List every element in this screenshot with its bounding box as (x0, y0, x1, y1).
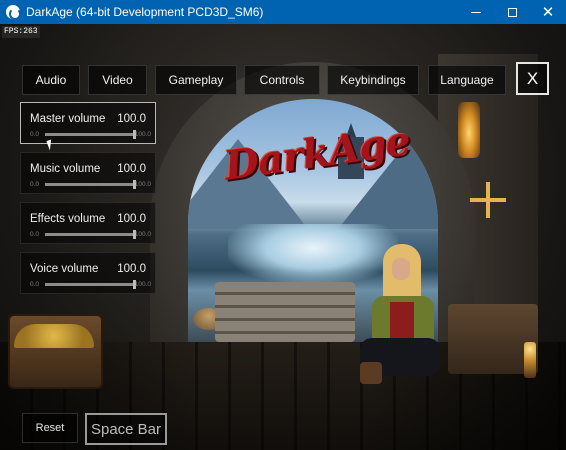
voice-volume-label: Voice volume (30, 263, 99, 275)
slider-fill (45, 283, 133, 286)
master-volume-label: Master volume (30, 113, 106, 125)
slider-max-label: 100.0 (134, 131, 151, 138)
heroine-vest (390, 302, 414, 342)
slider-min-label: 0.0 (30, 181, 40, 188)
slider-fill (45, 183, 133, 186)
reset-button[interactable]: Reset (22, 413, 78, 443)
waterfall (228, 224, 398, 284)
tab-gameplay[interactable]: Gameplay (155, 65, 237, 95)
window-close-button[interactable]: ✕ (530, 0, 566, 24)
compass-star-ornament (470, 182, 506, 218)
maximize-button[interactable] (494, 0, 530, 24)
heroine-boot (360, 362, 382, 384)
slider-max-label: 100.0 (134, 231, 151, 238)
wall-lantern (458, 102, 480, 158)
close-menu-button[interactable]: X (516, 62, 549, 95)
slider-max-label: 100.0 (134, 181, 151, 188)
tab-keybindings[interactable]: Keybindings (327, 65, 419, 95)
tab-controls[interactable]: Controls (244, 65, 320, 95)
slider-min-label: 0.0 (30, 281, 40, 288)
unreal-app-icon (6, 5, 21, 20)
music-volume-slider[interactable] (45, 183, 133, 186)
tab-audio[interactable]: Audio (22, 65, 80, 95)
effects-volume-row[interactable]: Effects volume 100.0 0.0 100.0 (20, 202, 156, 244)
voice-volume-row[interactable]: Voice volume 100.0 0.0 100.0 (20, 252, 156, 294)
slider-fill (45, 233, 133, 236)
gold-coins (14, 324, 94, 348)
close-icon: ✕ (541, 3, 555, 21)
slider-fill (45, 133, 133, 136)
stone-stairs (215, 282, 355, 342)
slider-min-label: 0.0 (30, 131, 40, 138)
minimize-icon (471, 11, 481, 13)
master-volume-row[interactable]: Master volume 100.0 0.0 100.0 (20, 102, 156, 144)
minimize-button[interactable] (458, 0, 494, 24)
music-volume-row[interactable]: Music volume 100.0 0.0 100.0 (20, 152, 156, 194)
maximize-icon (507, 7, 517, 17)
music-volume-label: Music volume (30, 163, 101, 175)
space-bar-key-hint: Space Bar (85, 413, 167, 445)
voice-volume-slider[interactable] (45, 283, 133, 286)
effects-volume-label: Effects volume (30, 213, 106, 225)
window-title-bar: DarkAge (64-bit Development PCD3D_SM6) ✕ (0, 0, 566, 24)
voice-volume-value: 100.0 (117, 263, 146, 275)
tab-video[interactable]: Video (88, 65, 147, 95)
slider-max-label: 100.0 (134, 281, 151, 288)
fps-counter: FPS:263 (2, 26, 40, 38)
slider-min-label: 0.0 (30, 231, 40, 238)
music-volume-value: 100.0 (117, 163, 146, 175)
candle-lantern (524, 342, 536, 378)
master-volume-value: 100.0 (117, 113, 146, 125)
effects-volume-slider[interactable] (45, 233, 133, 236)
tab-language[interactable]: Language (428, 65, 506, 95)
master-volume-slider[interactable] (45, 133, 133, 136)
window-title: DarkAge (64-bit Development PCD3D_SM6) (26, 5, 264, 19)
heroine-face (392, 258, 410, 280)
effects-volume-value: 100.0 (117, 213, 146, 225)
